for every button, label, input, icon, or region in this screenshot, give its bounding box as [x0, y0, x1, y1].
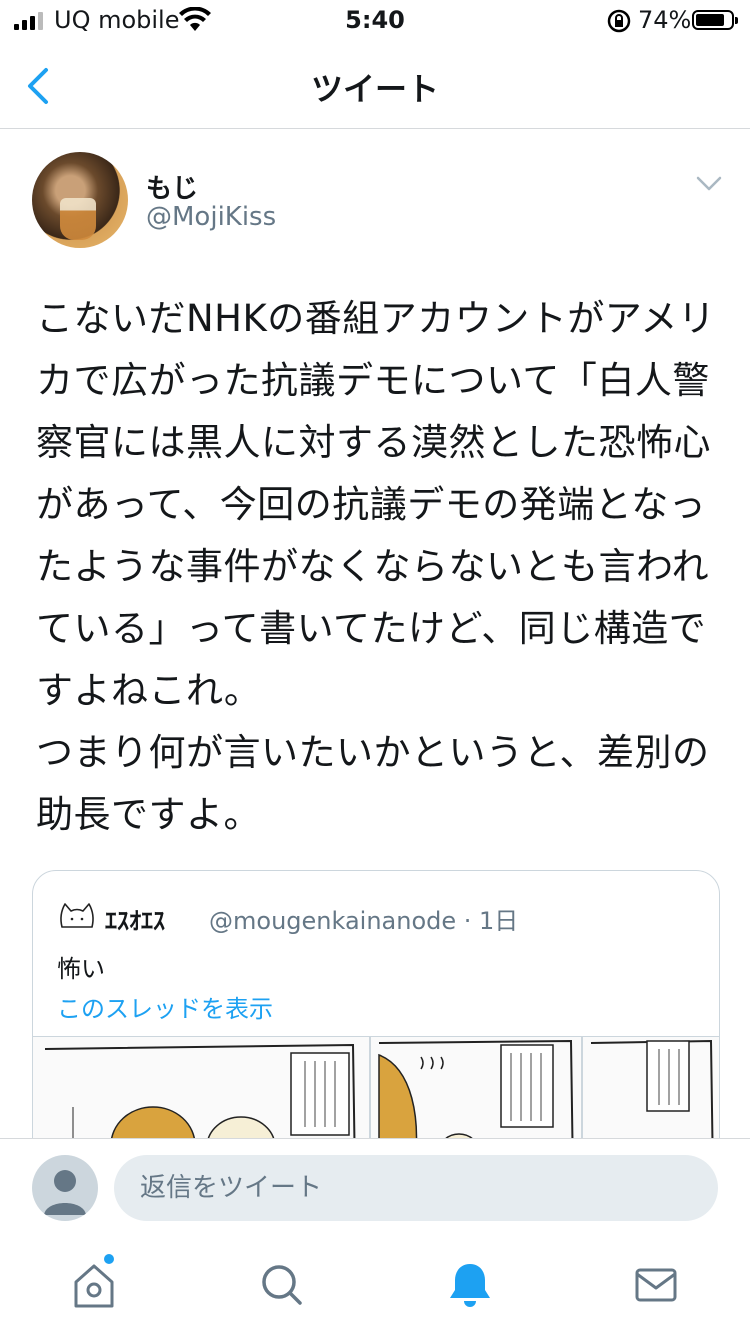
notifications-bell-icon[interactable] — [440, 1258, 500, 1312]
battery-icon — [692, 10, 738, 30]
cat-avatar-icon — [60, 903, 94, 928]
navigation-bar: ツイート — [0, 42, 750, 129]
author-avatar[interactable] — [32, 152, 128, 248]
home-notification-dot — [104, 1254, 114, 1264]
home-icon[interactable] — [64, 1258, 124, 1312]
battery-percent: 74% — [638, 6, 692, 34]
author-handle[interactable]: @MojiKiss — [146, 202, 276, 232]
reply-bar: 返信をツイート — [0, 1138, 750, 1239]
status-bar: UQ mobile 5:40 74% — [0, 0, 750, 42]
chevron-down-icon[interactable] — [696, 174, 722, 194]
rotation-lock-icon — [607, 9, 631, 33]
quoted-display-name: ｴｽｵｴｽ — [105, 907, 165, 935]
tweet-text: こないだNHKの番組アカウントがアメリカで広がった抗議デモについて「白人警察官に… — [36, 297, 716, 836]
messages-envelope-icon[interactable] — [626, 1258, 686, 1312]
reply-input[interactable]: 返信をツイート — [114, 1155, 718, 1221]
quoted-handle-time: @mougenkainanode · 1日 — [209, 907, 519, 935]
quoted-text: 怖い — [57, 955, 105, 983]
tab-bar — [0, 1238, 750, 1334]
page-title: ツイート — [310, 70, 439, 108]
default-avatar-icon[interactable] — [32, 1155, 98, 1221]
author-display-name[interactable]: もじ — [146, 168, 198, 205]
quoted-tweet[interactable]: ｴｽｵｴｽ @mougenkainanode · 1日 怖い このスレッドを表示 — [32, 870, 720, 1172]
search-icon[interactable] — [252, 1258, 312, 1312]
show-thread-link[interactable]: このスレッドを表示 — [57, 989, 273, 1024]
